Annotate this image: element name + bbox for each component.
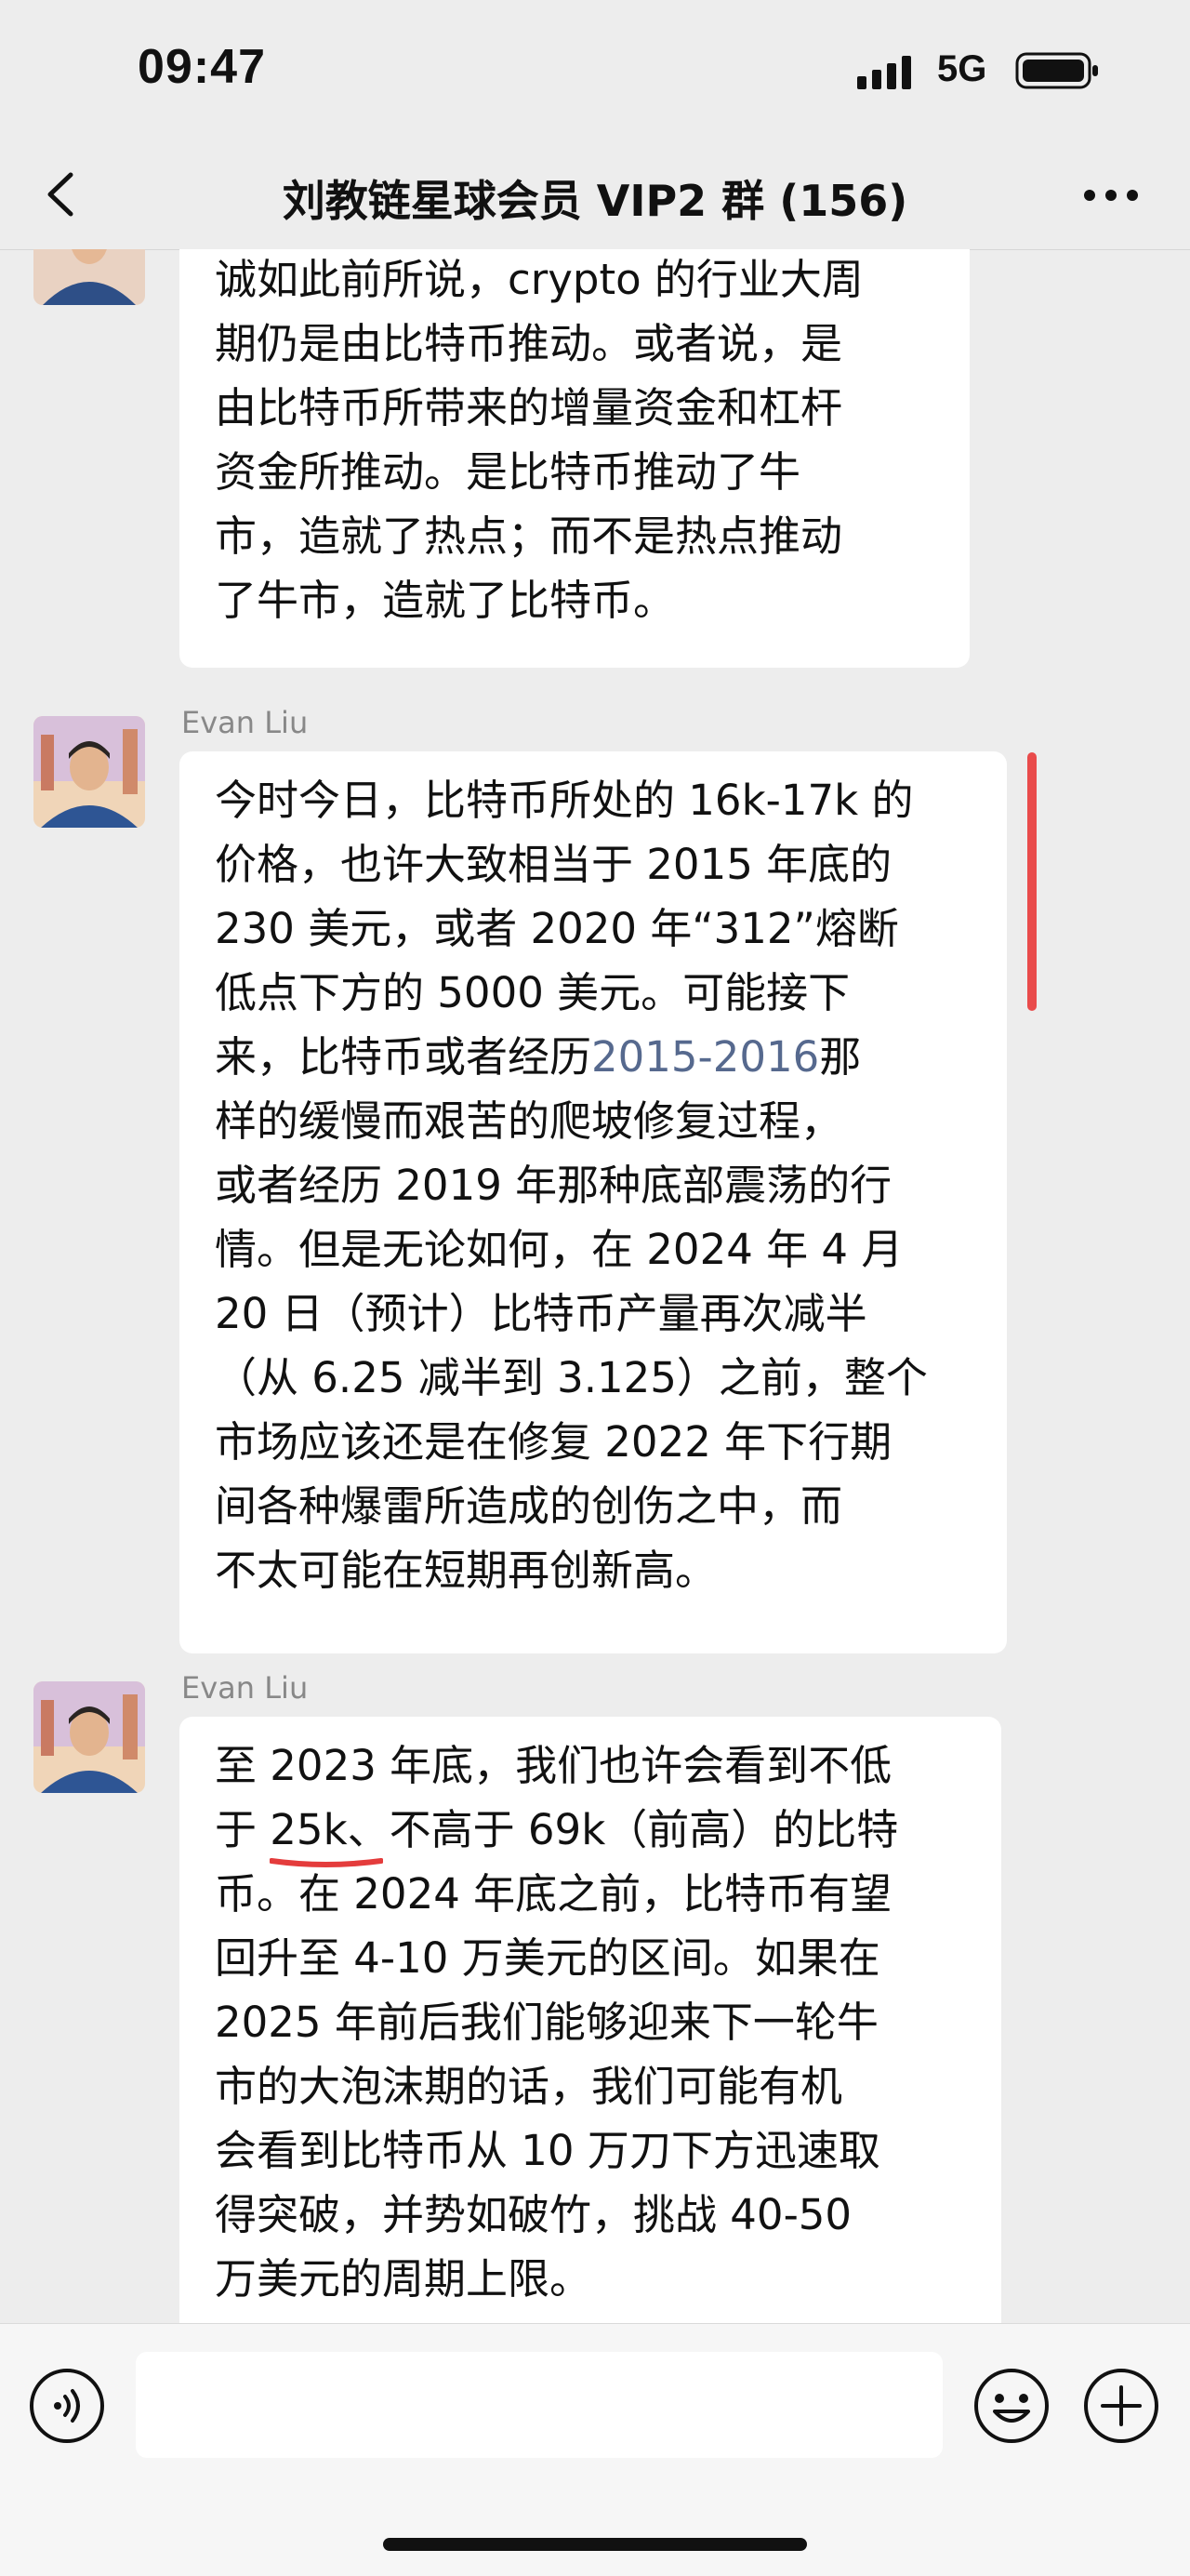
red-annotation-mark	[1027, 752, 1037, 1011]
message-bubble[interactable]: 至 2023 年底，我们也许会看到不低 于 25k、不高于 69k（前高）的比特…	[179, 1717, 1001, 2323]
input-bar	[0, 2323, 1190, 2576]
avatar[interactable]	[33, 249, 145, 305]
network-type: 5G	[937, 48, 987, 89]
status-bar: 09:47 5G	[0, 0, 1190, 139]
message-input[interactable]	[136, 2352, 943, 2458]
avatar[interactable]	[33, 1681, 145, 1793]
add-icon[interactable]	[1082, 2367, 1160, 2445]
avatar[interactable]	[33, 716, 145, 828]
red-underline-mark	[270, 1858, 383, 1867]
status-time: 09:47	[138, 40, 266, 94]
chat-title: 刘教链星球会员 VIP2 群 (156)	[282, 176, 908, 226]
emoji-icon[interactable]	[972, 2367, 1051, 2445]
more-icon[interactable]	[1078, 177, 1144, 214]
chat-header: 刘教链星球会员 VIP2 群 (156)	[0, 139, 1190, 250]
message-bubble[interactable]: 今时今日，比特币所处的 16k-17k 的 价格，也许大致相当于 2015 年底…	[179, 751, 1007, 1653]
sender-name: Evan Liu	[181, 705, 309, 740]
message-list[interactable]: 诚如此前所说，crypto 的行业大周 期仍是由比特币推动。或者说，是 由比特币…	[0, 249, 1190, 2323]
voice-icon[interactable]	[28, 2367, 106, 2445]
highlight-link[interactable]: 2015-2016	[591, 1032, 819, 1082]
signal-icon	[857, 56, 911, 89]
home-indicator[interactable]	[383, 2538, 807, 2551]
message-bubble[interactable]: 诚如此前所说，crypto 的行业大周 期仍是由比特币推动。或者说，是 由比特币…	[179, 249, 970, 668]
battery-icon	[1015, 52, 1098, 89]
sender-name: Evan Liu	[181, 1670, 309, 1706]
